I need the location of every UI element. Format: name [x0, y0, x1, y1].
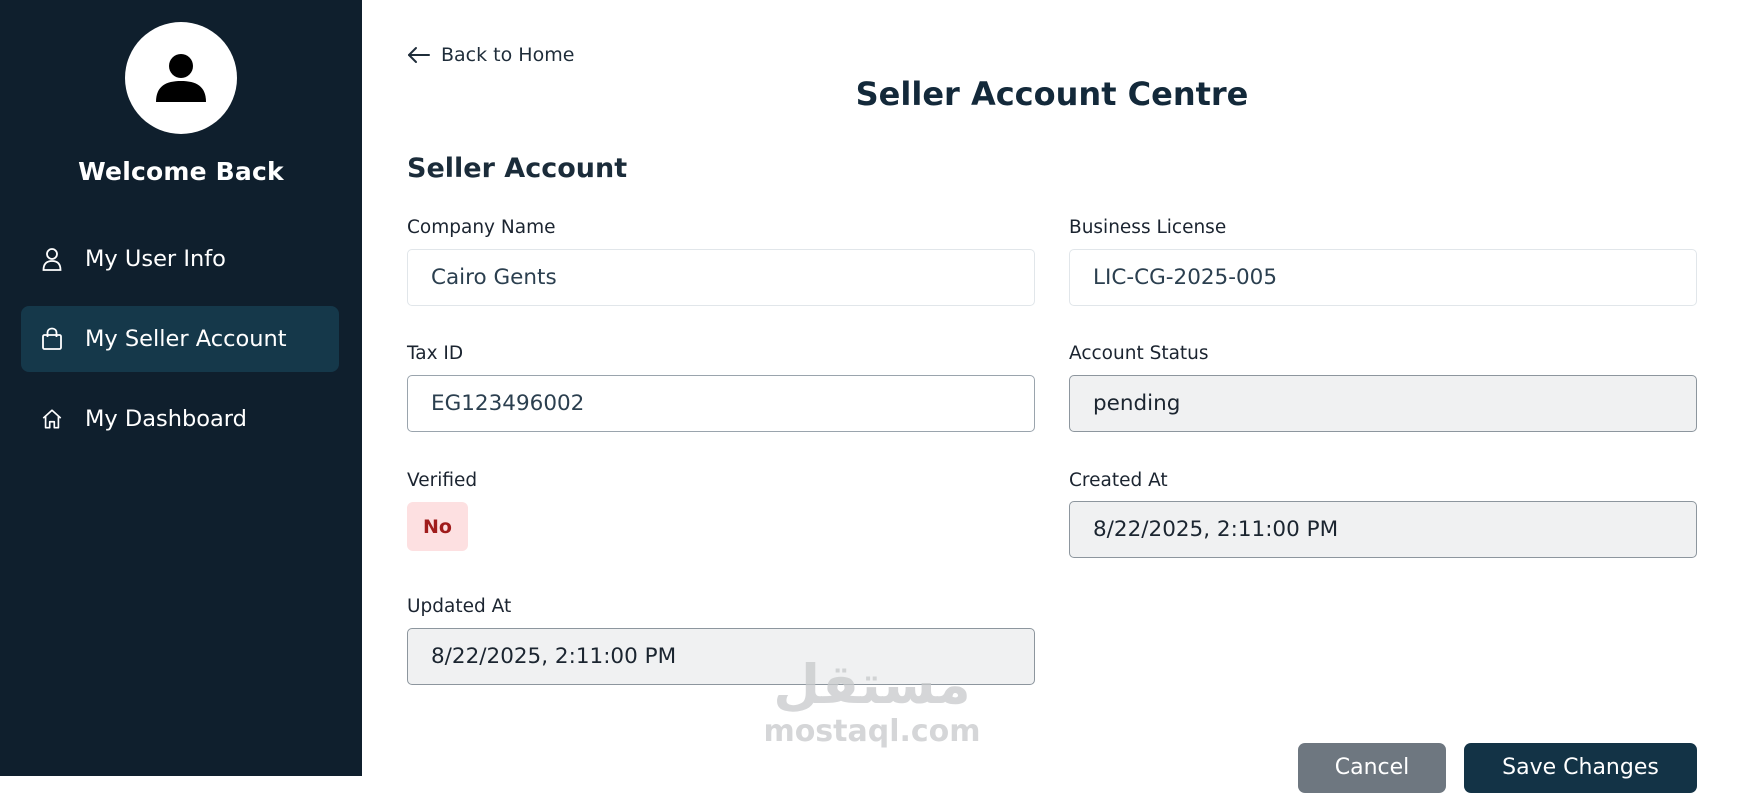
watermark-arabic: مستقل	[773, 653, 971, 716]
created-at-label: Created At	[1069, 470, 1168, 491]
updated-at-value: 8/22/2025, 2:11:00 PM	[431, 644, 677, 669]
account-status-label: Account Status	[1069, 343, 1209, 364]
company-name-input[interactable]: Cairo Gents	[407, 249, 1035, 306]
company-name-label: Company Name	[407, 217, 556, 238]
business-license-value: LIC-CG-2025-005	[1093, 265, 1278, 290]
sidebar: Welcome Back My User Info My Seller Acco…	[0, 0, 362, 776]
home-icon	[41, 407, 63, 431]
tax-id-label: Tax ID	[407, 343, 464, 364]
page-title: Seller Account Centre	[855, 75, 1249, 113]
back-link-label: Back to Home	[441, 44, 575, 66]
back-to-home-link[interactable]: Back to Home	[407, 44, 574, 66]
cancel-button[interactable]: Cancel	[1298, 743, 1446, 793]
watermark: مستقل mostaql.com	[762, 655, 982, 749]
sidebar-item-dashboard[interactable]: My Dashboard	[21, 386, 339, 452]
verified-status-badge: No	[407, 502, 468, 551]
tax-id-value: EG123496002	[431, 391, 585, 416]
account-status-field: pending	[1069, 375, 1697, 432]
company-name-value: Cairo Gents	[431, 265, 557, 290]
sidebar-item-label: My Dashboard	[85, 406, 247, 432]
business-license-input[interactable]: LIC-CG-2025-005	[1069, 249, 1697, 306]
user-icon	[41, 247, 63, 271]
created-at-field: 8/22/2025, 2:11:00 PM	[1069, 501, 1697, 558]
avatar	[125, 22, 237, 134]
welcome-heading: Welcome Back	[78, 157, 284, 186]
section-title: Seller Account	[407, 153, 628, 184]
business-license-label: Business License	[1069, 217, 1227, 238]
user-silhouette-icon	[156, 54, 206, 102]
tax-id-input[interactable]: EG123496002	[407, 375, 1035, 432]
save-changes-button[interactable]: Save Changes	[1464, 743, 1697, 793]
account-status-value: pending	[1093, 391, 1181, 416]
arrow-left-icon	[408, 47, 430, 63]
sidebar-item-seller-account[interactable]: My Seller Account	[21, 306, 339, 372]
verified-label: Verified	[407, 470, 478, 491]
watermark-url: mostaql.com	[763, 714, 981, 749]
sidebar-item-user-info[interactable]: My User Info	[21, 226, 339, 292]
created-at-value: 8/22/2025, 2:11:00 PM	[1093, 517, 1339, 542]
shopping-bag-icon	[41, 327, 63, 351]
sidebar-item-label: My Seller Account	[85, 326, 287, 352]
sidebar-item-label: My User Info	[85, 246, 226, 272]
updated-at-label: Updated At	[407, 596, 512, 617]
